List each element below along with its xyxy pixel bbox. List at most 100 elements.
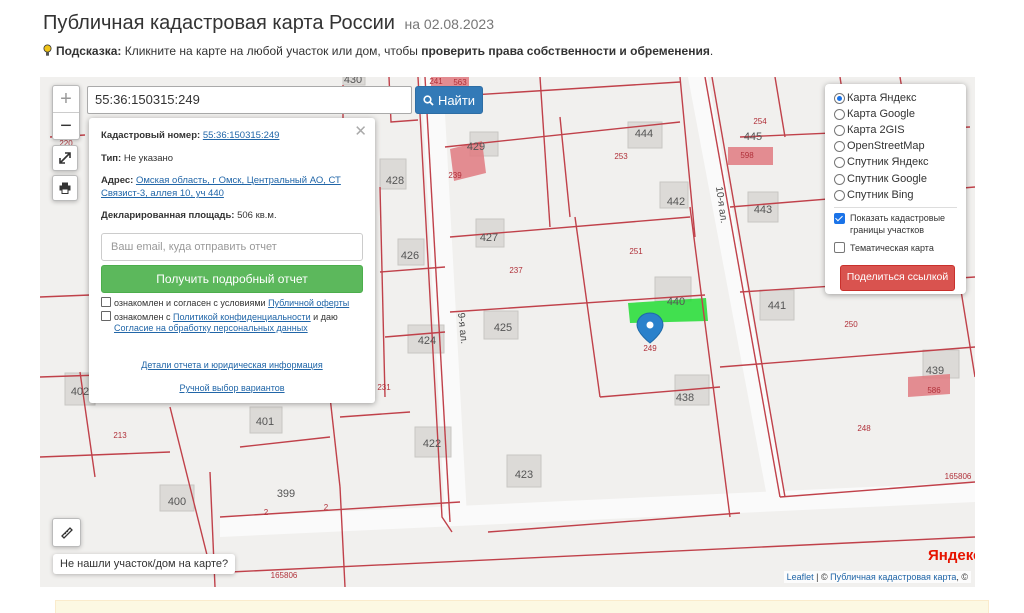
parcel-label-254: 254 xyxy=(753,117,767,126)
radio-icon[interactable] xyxy=(834,173,845,185)
manual-select-link[interactable]: Ручной выбор вариантов xyxy=(179,383,284,393)
yandex-logo-text: Яндекс xyxy=(928,547,975,564)
layer-label: Карта Google xyxy=(847,108,915,120)
pkk-link[interactable]: Публичная кадастровая карта xyxy=(830,572,956,582)
leaflet-link[interactable]: Leaflet xyxy=(787,572,814,582)
radio-icon[interactable] xyxy=(834,108,845,120)
offer-checkbox[interactable] xyxy=(101,297,111,307)
house-label-426: 426 xyxy=(401,250,419,262)
type-label: Тип: xyxy=(101,153,122,164)
measure-button[interactable] xyxy=(52,518,81,547)
parcel-label-2a: 2 xyxy=(264,508,269,517)
parcel-label-241: 241 xyxy=(429,77,443,86)
layer-label: Карта Яндекс xyxy=(847,92,917,104)
area-value: 506 кв.м. xyxy=(237,210,277,221)
privacy-tail: и даю xyxy=(310,312,338,322)
cadastral-map[interactable]: 430 429 444 445 428 442 443 427 426 440 … xyxy=(40,77,975,587)
cadastral-label: Кадастровый номер: xyxy=(101,130,201,141)
hint-bold: проверить права собственности и обремене… xyxy=(421,44,710,58)
location-marker-icon[interactable] xyxy=(636,312,664,344)
parcel-label-248: 248 xyxy=(857,424,871,433)
parcel-label-598: 598 xyxy=(740,151,754,160)
privacy-checkbox[interactable] xyxy=(101,311,111,321)
consent-link[interactable]: Согласие на обработку персональных данны… xyxy=(114,323,308,333)
privacy-agreement-row: ознакомлен с Политикой конфиденциальност… xyxy=(101,311,338,322)
address-link-line2[interactable]: Связист-3, аллея 10, уч 440 xyxy=(101,188,224,199)
radio-icon[interactable] xyxy=(834,140,845,152)
cadastral-link[interactable]: 55:36:150315:249 xyxy=(203,130,280,141)
address-link-line1[interactable]: Омская область, г Омск, Центральный АО, … xyxy=(136,175,341,186)
print-icon xyxy=(59,182,71,194)
layer-option-osm[interactable]: OpenStreetMap xyxy=(834,140,925,152)
offer-link[interactable]: Публичной оферты xyxy=(268,298,349,308)
show-borders-line2: границы участков xyxy=(850,225,925,235)
details-row: Детали отчета и юридическая информация xyxy=(89,360,375,370)
attribution-separator: | © xyxy=(813,572,831,582)
parcel-label-253: 253 xyxy=(614,152,628,161)
house-label-401: 401 xyxy=(256,416,274,428)
house-label-428: 428 xyxy=(386,175,404,187)
show-borders-checkbox[interactable] xyxy=(834,213,845,224)
thematic-checkbox[interactable] xyxy=(834,242,845,253)
house-label-440: 440 xyxy=(667,296,685,308)
map-attribution: Leaflet | © Публичная кадастровая карта,… xyxy=(783,571,971,583)
address-row: Адрес: Омская область, г Омск, Центральн… xyxy=(101,175,341,186)
house-label-445: 445 xyxy=(744,131,762,143)
house-label-441: 441 xyxy=(768,300,786,312)
offer-agreement-row: ознакомлен и согласен с условиями Публич… xyxy=(101,297,349,308)
marker-label: 249 xyxy=(643,344,657,353)
zoom-in-button[interactable]: + xyxy=(53,86,79,112)
parcel-label-237: 237 xyxy=(509,266,523,275)
search-button[interactable]: Найти xyxy=(415,86,483,114)
type-value: Не указано xyxy=(123,153,174,164)
close-icon[interactable]: ✕ xyxy=(354,122,367,140)
search-button-label: Найти xyxy=(437,92,476,108)
layer-option-yandex-satellite[interactable]: Спутник Яндекс xyxy=(834,156,929,168)
house-label-444: 444 xyxy=(635,128,653,140)
layer-option-google-satellite[interactable]: Спутник Google xyxy=(834,173,927,185)
search-input[interactable]: 55:36:150315:249 xyxy=(87,86,412,114)
fullscreen-button[interactable] xyxy=(52,145,78,171)
get-report-button[interactable]: Получить подробный отчет xyxy=(101,265,363,293)
house-label-402: 402 xyxy=(71,386,89,398)
show-borders-line1: Показать кадастровые xyxy=(850,213,946,223)
email-field[interactable]: Ваш email, куда отправить отчет xyxy=(101,233,363,261)
privacy-link[interactable]: Политикой конфиденциальности xyxy=(173,312,311,322)
layer-option-2gis-map[interactable]: Карта 2GIS xyxy=(834,124,905,136)
page-title-text: Публичная кадастровая карта России xyxy=(43,12,395,34)
not-found-button[interactable]: Не нашли участок/дом на карте? xyxy=(53,554,236,574)
show-borders-toggle[interactable]: Показать кадастровые границы участков xyxy=(834,212,945,236)
layer-switcher: Карта Яндекс Карта Google Карта 2GIS Ope… xyxy=(825,84,966,294)
parcel-label-251: 251 xyxy=(629,247,643,256)
zoom-out-button[interactable]: − xyxy=(53,112,79,139)
layer-option-yandex-map[interactable]: Карта Яндекс xyxy=(834,92,916,104)
radio-icon[interactable] xyxy=(834,189,845,201)
parcel-label-165806a: 165806 xyxy=(945,472,972,481)
manual-row: Ручной выбор вариантов xyxy=(89,383,375,393)
hint-end: . xyxy=(709,44,714,58)
house-label-425: 425 xyxy=(494,322,512,334)
page-title: Публичная кадастровая карта России на 02… xyxy=(43,12,494,35)
layer-option-bing-satellite[interactable]: Спутник Bing xyxy=(834,189,914,201)
layer-label: Спутник Bing xyxy=(847,189,914,201)
lightbulb-icon xyxy=(43,44,52,56)
cadastral-number-row: Кадастровый номер: 55:36:150315:249 xyxy=(101,130,279,141)
privacy-text: ознакомлен с xyxy=(114,312,173,322)
thematic-map-toggle[interactable]: Тематическая карта xyxy=(834,242,934,253)
layer-option-google-map[interactable]: Карта Google xyxy=(834,108,915,120)
attribution-tail: , © xyxy=(956,572,968,582)
house-label-438: 438 xyxy=(676,392,694,404)
share-link-button[interactable]: Поделиться ссылкой xyxy=(840,265,955,291)
show-borders-label: Показать кадастровые границы участков xyxy=(850,212,945,236)
parcel-label-231: 231 xyxy=(377,383,391,392)
radio-icon[interactable] xyxy=(834,156,845,168)
details-link[interactable]: Детали отчета и юридическая информация xyxy=(141,360,322,370)
expand-icon xyxy=(59,152,71,164)
hint-body: Кликните на карте на любой участок или д… xyxy=(121,44,422,58)
print-button[interactable] xyxy=(52,175,78,201)
house-label-399: 399 xyxy=(277,488,295,500)
offer-text: ознакомлен и согласен с условиями xyxy=(114,298,269,308)
hint-label: Подсказка: xyxy=(56,44,122,58)
radio-icon[interactable] xyxy=(834,92,845,104)
radio-icon[interactable] xyxy=(834,124,845,136)
